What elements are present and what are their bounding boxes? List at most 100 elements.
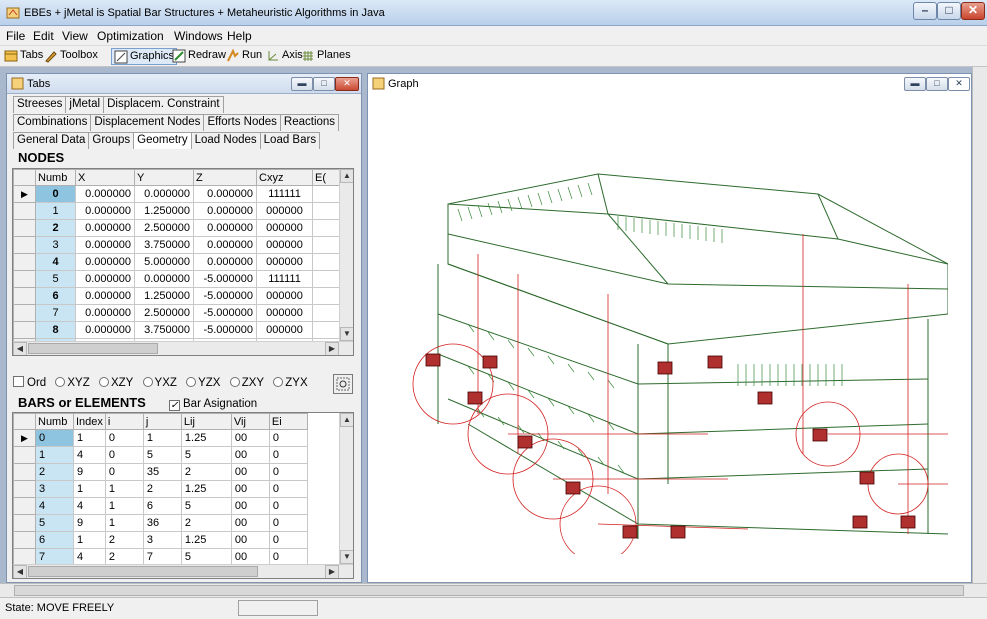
node-cell[interactable]: 000000: [256, 253, 313, 271]
support-node[interactable]: [565, 481, 581, 495]
node-cell[interactable]: 2.500000: [134, 304, 194, 322]
node-cell[interactable]: [312, 304, 343, 322]
row-selector[interactable]: [13, 497, 36, 515]
row-selector[interactable]: [13, 253, 36, 271]
node-number-cell[interactable]: 0: [35, 185, 76, 203]
redraw-button[interactable]: Redraw: [170, 48, 228, 65]
table-row[interactable]: 1 4 0 5 5 00 0: [13, 446, 308, 464]
bar-number-cell[interactable]: 0: [35, 429, 74, 447]
bar-cell[interactable]: 2: [142, 480, 182, 498]
bar-cell[interactable]: 6: [142, 497, 182, 515]
support-node[interactable]: [900, 515, 916, 529]
radio-xyz[interactable]: XYZ: [55, 377, 90, 389]
node-cell[interactable]: 0.000000: [75, 219, 135, 237]
scroll-left-arrow[interactable]: ◀: [13, 342, 27, 355]
bar-cell[interactable]: 0: [268, 531, 308, 549]
run-button[interactable]: Run: [224, 48, 264, 65]
mdi-hscroll[interactable]: [0, 583, 987, 597]
mdi-hscroll-thumb[interactable]: [14, 585, 964, 596]
node-cell[interactable]: [312, 270, 343, 288]
bar-cell[interactable]: 4: [73, 497, 106, 515]
bar-cell[interactable]: 00: [230, 463, 270, 481]
node-cell[interactable]: -5.000000: [193, 321, 257, 339]
table-row[interactable]: 6 1 2 3 1.25 00 0: [13, 531, 308, 549]
tabs-window-minimize-button[interactable]: ▬: [291, 77, 313, 91]
node-cell[interactable]: 0.000000: [193, 236, 257, 254]
bar-cell[interactable]: 00: [230, 446, 270, 464]
table-row[interactable]: 2 0.000000 2.500000 0.000000 000000: [13, 219, 343, 237]
tab-groups[interactable]: Groups: [88, 132, 135, 149]
bars-grid[interactable]: Numb Index i j Lij Vij Ei ▶ 0 1 0 1 1.25 00 0 1 4…: [12, 412, 354, 579]
bar-number-cell[interactable]: 3: [35, 480, 74, 498]
scroll-down-arrow[interactable]: ▼: [340, 550, 353, 564]
close-button[interactable]: ✕: [961, 2, 985, 20]
node-cell[interactable]: 0.000000: [75, 287, 135, 305]
scroll-right-arrow[interactable]: ▶: [325, 342, 339, 355]
row-selector[interactable]: [13, 236, 36, 254]
col-j[interactable]: j: [142, 413, 182, 430]
tab-load-bars[interactable]: Load Bars: [259, 132, 321, 149]
node-cell[interactable]: [312, 185, 343, 203]
support-node[interactable]: [812, 428, 828, 442]
bar-cell[interactable]: 00: [230, 548, 270, 566]
bar-cell[interactable]: 1: [104, 497, 144, 515]
ord-checkbox[interactable]: Ord: [13, 376, 46, 389]
table-row[interactable]: 2 9 0 35 2 00 0: [13, 463, 308, 481]
bar-cell[interactable]: 3: [142, 531, 182, 549]
row-selector[interactable]: [13, 202, 36, 220]
node-number-cell[interactable]: 8: [35, 321, 76, 339]
mdi-vscroll[interactable]: [972, 67, 987, 583]
tab-general-data[interactable]: General Data: [13, 132, 90, 149]
nodes-grid[interactable]: Numb X Y Z Cxyz E( ▶ 0 0.000000 0.000000 0.0…: [12, 168, 354, 356]
radio-xzy[interactable]: XZY: [98, 377, 133, 389]
node-cell[interactable]: 0.000000: [75, 253, 135, 271]
node-cell[interactable]: 0.000000: [75, 236, 135, 254]
bar-cell[interactable]: 0: [268, 497, 308, 515]
node-cell[interactable]: 000000: [256, 202, 313, 220]
radio-zxy[interactable]: ZXY: [229, 377, 264, 389]
bar-cell[interactable]: 0: [268, 446, 308, 464]
node-cell[interactable]: [312, 219, 343, 237]
tab-combinations[interactable]: Combinations: [13, 114, 92, 131]
node-cell[interactable]: [312, 321, 343, 339]
table-row[interactable]: ▶ 0 1 0 1 1.25 00 0: [13, 429, 308, 447]
table-row[interactable]: 5 9 1 36 2 00 0: [13, 514, 308, 532]
row-selector[interactable]: ▶: [13, 185, 36, 203]
nodes-hscroll[interactable]: ◀ ▶: [13, 341, 353, 355]
bar-number-cell[interactable]: 1: [35, 446, 74, 464]
row-selector[interactable]: [13, 270, 36, 288]
node-cell[interactable]: 0.000000: [75, 304, 135, 322]
bar-cell[interactable]: 0: [104, 446, 144, 464]
bar-cell[interactable]: 9: [73, 514, 106, 532]
node-number-cell[interactable]: 5: [35, 270, 76, 288]
bar-cell[interactable]: 9: [73, 463, 106, 481]
bar-cell[interactable]: 0: [104, 429, 144, 447]
node-cell[interactable]: 0.000000: [75, 321, 135, 339]
node-cell[interactable]: [312, 287, 343, 305]
support-node[interactable]: [670, 525, 686, 539]
bar-cell[interactable]: 1: [73, 531, 106, 549]
bar-cell[interactable]: 0: [268, 480, 308, 498]
table-row[interactable]: 5 0.000000 0.000000 -5.000000 111111: [13, 270, 343, 288]
node-cell[interactable]: -5.000000: [193, 287, 257, 305]
ord-checkbox-box[interactable]: [13, 376, 24, 387]
node-cell[interactable]: 0.000000: [134, 185, 194, 203]
table-row[interactable]: 7 0.000000 2.500000 -5.000000 000000: [13, 304, 343, 322]
bar-assignation-checkbox-box[interactable]: ✓: [169, 400, 180, 411]
menu-file[interactable]: File: [6, 29, 25, 43]
table-row[interactable]: 7 4 2 7 5 00 0: [13, 548, 308, 566]
tab-geometry[interactable]: Geometry: [133, 132, 192, 149]
bar-cell[interactable]: 0: [104, 463, 144, 481]
tabs-window-restore-button[interactable]: □: [313, 77, 335, 91]
scroll-up-arrow[interactable]: ▲: [340, 413, 353, 427]
support-node[interactable]: [467, 391, 483, 405]
graph-window-restore-button[interactable]: □: [926, 77, 948, 91]
col-x[interactable]: X: [75, 169, 135, 186]
support-node[interactable]: [482, 355, 498, 369]
tab-displacem-constraint[interactable]: Displacem. Constraint: [103, 96, 224, 113]
node-cell[interactable]: 000000: [256, 304, 313, 322]
node-cell[interactable]: 3.750000: [134, 236, 194, 254]
table-row[interactable]: ▶ 0 0.000000 0.000000 0.000000 111111: [13, 185, 343, 203]
tab-streeses[interactable]: Streeses: [13, 96, 67, 113]
table-row[interactable]: 3 0.000000 3.750000 0.000000 000000: [13, 236, 343, 254]
